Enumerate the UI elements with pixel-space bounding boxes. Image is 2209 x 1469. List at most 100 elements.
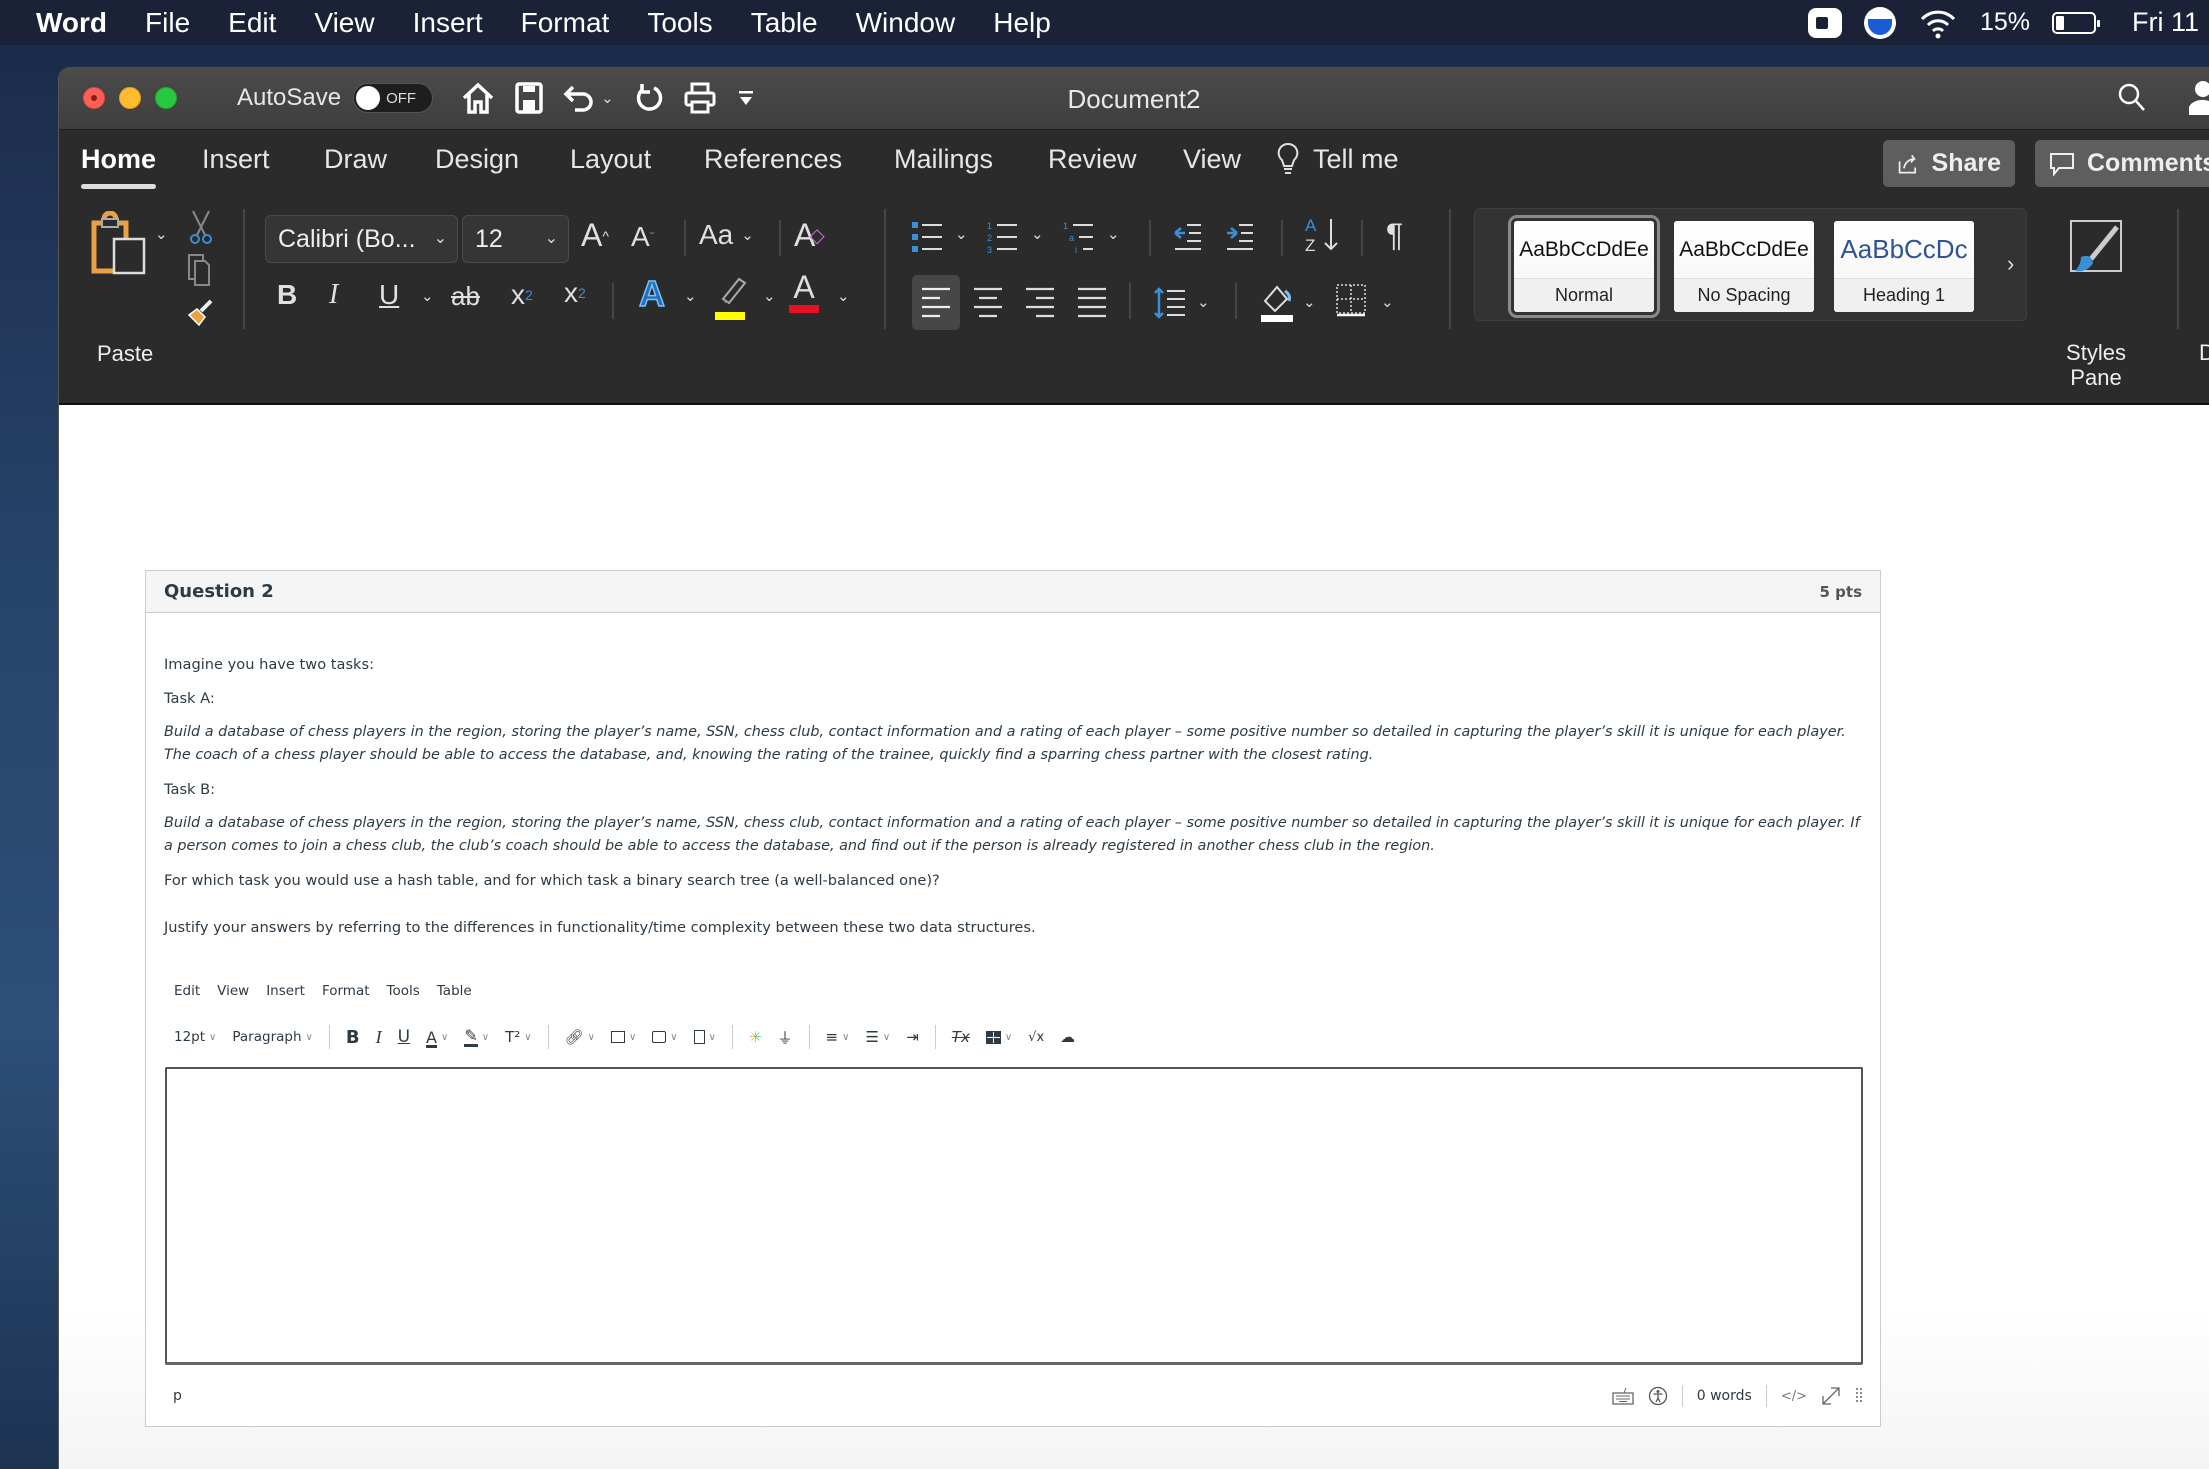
dictate-label[interactable]: Dictate xyxy=(2199,340,2209,365)
account-icon[interactable] xyxy=(2185,79,2209,117)
menu-edit[interactable]: Edit xyxy=(228,7,276,39)
subscript-button[interactable]: x2 xyxy=(511,279,533,311)
numbering-chevron-icon[interactable]: ⌄ xyxy=(1031,225,1044,243)
style-heading-1[interactable]: AaBbCcDc Heading 1 xyxy=(1834,221,1974,312)
comments-button[interactable]: Comments xyxy=(2035,140,2209,187)
styles-pane-label[interactable]: Styles Pane xyxy=(2049,340,2143,390)
redo-icon[interactable] xyxy=(634,82,664,114)
tab-review[interactable]: Review xyxy=(1048,144,1137,175)
shrink-font-button[interactable]: Aˇ xyxy=(631,221,654,253)
superscript-button[interactable]: x2 xyxy=(564,277,586,309)
italic-button[interactable]: I xyxy=(376,1027,382,1048)
menu-table[interactable]: Table xyxy=(751,7,818,39)
menu-help[interactable]: Help xyxy=(993,7,1051,39)
share-button[interactable]: Share xyxy=(1883,140,2015,187)
editor-menu-tools[interactable]: Tools xyxy=(387,983,420,999)
equation-button[interactable]: √x xyxy=(1028,1030,1044,1045)
underline-button[interactable]: U xyxy=(398,1027,410,1047)
document-page[interactable]: Question 2 5 pts Imagine you have two ta… xyxy=(59,405,2209,1469)
text-color-button[interactable]: A ∨ xyxy=(426,1028,448,1047)
decrease-indent-icon[interactable] xyxy=(1173,221,1203,253)
align-button[interactable]: ≡ ∨ xyxy=(826,1028,850,1046)
print-icon[interactable] xyxy=(684,82,716,114)
accessibility-icon[interactable] xyxy=(1648,1386,1668,1406)
block-format-select[interactable]: Paragraph ∨ xyxy=(232,1029,312,1045)
bullets-chevron-icon[interactable]: ⌄ xyxy=(955,225,968,243)
cut-icon[interactable] xyxy=(189,209,213,245)
minimize-window-button[interactable] xyxy=(119,87,141,109)
grow-font-button[interactable]: A ^ xyxy=(581,217,609,254)
justify-icon[interactable] xyxy=(1068,275,1116,330)
tab-view[interactable]: View xyxy=(1183,144,1241,175)
align-left-button[interactable] xyxy=(912,275,960,330)
tab-insert[interactable]: Insert xyxy=(202,144,270,175)
chevron-right-icon[interactable]: › xyxy=(2007,251,2014,277)
autosave-toggle[interactable]: OFF xyxy=(353,83,434,113)
app-menu-word[interactable]: Word xyxy=(36,7,107,39)
apps-button[interactable]: ✳ xyxy=(749,1028,762,1046)
shading-icon[interactable] xyxy=(1259,281,1295,323)
editor-menu-insert[interactable]: Insert xyxy=(266,983,305,999)
styles-pane-icon[interactable] xyxy=(2067,215,2125,275)
borders-chevron-icon[interactable]: ⌄ xyxy=(1381,293,1394,311)
multilevel-chevron-icon[interactable]: ⌄ xyxy=(1107,225,1120,243)
media-button[interactable]: ∨ xyxy=(652,1031,678,1043)
table-button[interactable]: ∨ xyxy=(985,1030,1012,1044)
font-size-dropdown[interactable]: 12 ⌄ xyxy=(462,215,569,263)
word-count[interactable]: 0 words xyxy=(1697,1388,1752,1404)
answer-editor[interactable] xyxy=(165,1067,1863,1365)
search-icon[interactable] xyxy=(2117,82,2147,114)
zoom-window-button[interactable] xyxy=(155,87,177,109)
italic-button[interactable]: I xyxy=(329,279,338,311)
close-window-button[interactable] xyxy=(83,87,105,109)
clock[interactable]: Fri 11 xyxy=(2132,7,2199,38)
undo-icon[interactable] xyxy=(563,83,595,113)
editor-menu-view[interactable]: View xyxy=(217,983,249,999)
customize-toolbar-icon[interactable] xyxy=(736,88,756,108)
html-editor-toggle[interactable]: </> xyxy=(1781,1389,1807,1404)
underline-options-chevron-icon[interactable]: ⌄ xyxy=(421,287,434,305)
paste-options-chevron-icon[interactable]: ⌄ xyxy=(155,225,168,243)
multilevel-list-icon[interactable]: 1ai xyxy=(1063,220,1095,254)
home-icon[interactable] xyxy=(461,82,495,114)
font-color-button[interactable]: A xyxy=(789,271,819,313)
tell-me-search[interactable]: Tell me xyxy=(1277,142,1399,176)
numbering-icon[interactable]: 1 2 3 xyxy=(987,220,1019,254)
list-button[interactable]: ☰ ∨ xyxy=(865,1028,890,1046)
editor-menu-edit[interactable]: Edit xyxy=(174,983,200,999)
format-painter-icon[interactable] xyxy=(185,297,215,329)
upload-button[interactable]: ☁︎ xyxy=(1060,1028,1075,1046)
menu-view[interactable]: View xyxy=(314,7,374,39)
show-formatting-marks-button[interactable]: ¶ xyxy=(1386,217,1403,254)
tab-draw[interactable]: Draw xyxy=(324,144,387,175)
font-size-select[interactable]: 12pt ∨ xyxy=(174,1029,216,1045)
increase-indent-icon[interactable] xyxy=(1225,221,1255,253)
bullets-icon[interactable] xyxy=(912,220,944,254)
bold-button[interactable]: B xyxy=(346,1027,360,1048)
tab-design[interactable]: Design xyxy=(435,144,519,175)
strikethrough-button[interactable]: ab xyxy=(451,281,480,312)
highlight-chevron-icon[interactable]: ⌄ xyxy=(763,287,776,305)
keyboard-shortcuts-icon[interactable] xyxy=(1612,1387,1634,1405)
clear-formatting-button[interactable]: Tx xyxy=(952,1028,970,1046)
font-name-dropdown[interactable]: Calibri (Bo... ⌄ xyxy=(265,215,458,263)
editor-menu-format[interactable]: Format xyxy=(322,983,370,999)
underline-button[interactable]: U xyxy=(379,279,399,311)
menu-format[interactable]: Format xyxy=(521,7,610,39)
change-case-button[interactable]: Aa ⌄ xyxy=(699,219,754,251)
resize-handle-icon[interactable] xyxy=(1855,1387,1863,1405)
element-path[interactable]: p xyxy=(173,1388,182,1404)
menu-tools[interactable]: Tools xyxy=(647,7,712,39)
tab-layout[interactable]: Layout xyxy=(570,144,651,175)
shading-chevron-icon[interactable]: ⌄ xyxy=(1303,293,1316,311)
copy-icon[interactable] xyxy=(187,253,211,287)
text-effects-chevron-icon[interactable]: ⌄ xyxy=(684,287,697,305)
focus-app-icon[interactable] xyxy=(1863,6,1896,39)
wifi-icon[interactable] xyxy=(1918,7,1958,39)
undo-dropdown-chevron-icon[interactable]: ⌄ xyxy=(601,89,614,107)
tab-references[interactable]: References xyxy=(704,144,842,175)
document-button[interactable]: ∨ xyxy=(693,1030,716,1044)
align-center-icon[interactable] xyxy=(964,275,1012,330)
tab-home[interactable]: Home xyxy=(81,144,157,189)
borders-icon[interactable] xyxy=(1335,283,1367,319)
